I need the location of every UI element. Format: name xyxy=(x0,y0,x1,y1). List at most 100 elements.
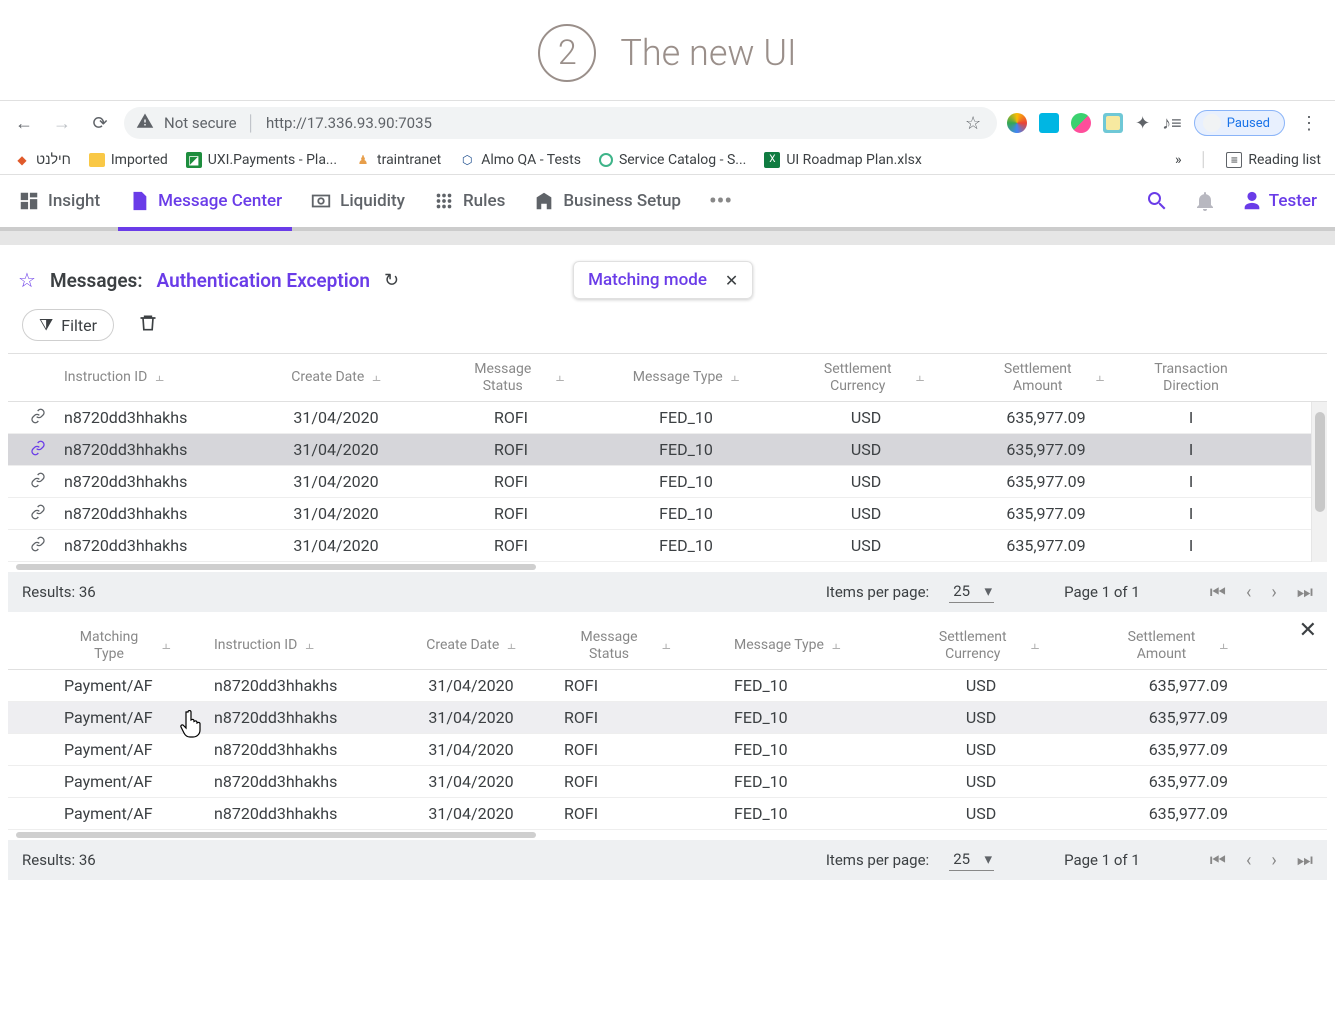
table-row[interactable]: n8720dd3hhakhs31/04/2020ROFIFED_10USD635… xyxy=(8,434,1327,466)
column-header[interactable]: Settlement Currency⫠ xyxy=(808,361,924,395)
pin-icon[interactable]: ⫠ xyxy=(372,369,380,386)
cell-message-status: ROFI xyxy=(426,472,596,491)
cell-create-date: 31/04/2020 xyxy=(246,408,426,427)
column-header[interactable]: Settlement Amount⫠ xyxy=(988,361,1104,395)
table-row[interactable]: n8720dd3hhakhs31/04/2020ROFIFED_10USD635… xyxy=(8,498,1327,530)
extension-icon[interactable] xyxy=(1039,113,1059,133)
close-panel-icon[interactable]: ✕ xyxy=(1299,618,1317,643)
tab-insight[interactable]: Insight xyxy=(18,175,100,227)
table-row[interactable]: Payment/AFn8720dd3hhakhs31/04/2020ROFIFE… xyxy=(8,670,1327,702)
column-header[interactable]: Create Date⫠ xyxy=(426,637,516,654)
pin-icon[interactable]: ⫠ xyxy=(155,369,163,386)
media-control-icon[interactable]: ♪≡ xyxy=(1162,113,1182,134)
bookmark-item[interactable]: Imported xyxy=(89,152,168,168)
extensions-puzzle-icon[interactable]: ✦ xyxy=(1135,113,1150,134)
column-header[interactable]: Instruction ID⫠ xyxy=(214,637,314,654)
horizontal-scrollbar[interactable] xyxy=(8,830,1327,840)
table-row[interactable]: n8720dd3hhakhs31/04/2020ROFIFED_10USD635… xyxy=(8,466,1327,498)
first-page-icon[interactable]: ⏮ xyxy=(1210,582,1226,603)
bookmark-item[interactable]: ◪UXI.Payments - Pla... xyxy=(186,152,337,168)
horizontal-scrollbar[interactable] xyxy=(8,562,1327,572)
table-row[interactable]: Payment/AFn8720dd3hhakhs31/04/2020ROFIFE… xyxy=(8,702,1327,734)
prev-page-icon[interactable]: ‹ xyxy=(1246,850,1251,871)
address-bar[interactable]: Not secure │ http://17.336.93.90:7035 ☆ xyxy=(124,107,997,139)
tab-rules[interactable]: Rules xyxy=(433,175,505,227)
extension-icon[interactable] xyxy=(1103,113,1123,133)
back-button[interactable]: ← xyxy=(10,109,38,137)
user-menu[interactable]: Tester xyxy=(1241,190,1317,212)
bookmark-item[interactable]: Service Catalog - S... xyxy=(599,152,746,168)
table-row[interactable]: n8720dd3hhakhs31/04/2020ROFIFED_10USD635… xyxy=(8,402,1327,434)
delete-icon[interactable] xyxy=(138,313,158,338)
last-page-icon[interactable]: ⏭ xyxy=(1297,582,1313,603)
table-row[interactable]: Payment/AFn8720dd3hhakhs31/04/2020ROFIFE… xyxy=(8,734,1327,766)
column-header[interactable]: Instruction ID⫠ xyxy=(64,369,164,386)
link-icon[interactable] xyxy=(30,536,46,556)
bookmarks-overflow[interactable]: » xyxy=(1175,152,1182,168)
pin-icon[interactable]: ⫠ xyxy=(1220,637,1228,654)
bookmark-item[interactable]: ◆חילנט xyxy=(14,151,71,168)
link-icon[interactable] xyxy=(30,504,46,524)
tab-message-center[interactable]: Message Center xyxy=(128,175,282,227)
first-page-icon[interactable]: ⏮ xyxy=(1210,850,1226,871)
bookmark-item[interactable]: XUI Roadmap Plan.xlsx xyxy=(764,152,922,168)
bookmark-item[interactable]: ⬡Almo QA - Tests xyxy=(459,152,581,168)
vertical-scrollbar[interactable] xyxy=(1311,402,1327,562)
grid-icon xyxy=(433,190,455,212)
tab-liquidity[interactable]: Liquidity xyxy=(310,175,405,227)
pin-icon[interactable]: ⫠ xyxy=(916,369,924,386)
divider-strip xyxy=(0,231,1335,245)
bookmark-star-icon[interactable]: ☆ xyxy=(961,113,985,134)
last-page-icon[interactable]: ⏭ xyxy=(1297,850,1313,871)
pin-icon[interactable]: ⫠ xyxy=(305,637,313,654)
pin-icon[interactable]: ⫠ xyxy=(556,369,564,386)
table-row[interactable]: Payment/AFn8720dd3hhakhs31/04/2020ROFIFE… xyxy=(8,766,1327,798)
pin-icon[interactable]: ⫠ xyxy=(507,637,515,654)
close-mode-icon[interactable]: ✕ xyxy=(725,271,738,290)
extension-icon[interactable] xyxy=(1007,113,1027,133)
filter-button[interactable]: ⧩ Filter xyxy=(22,309,114,341)
page-indicator: Page 1 of 1 xyxy=(1064,583,1140,601)
pin-icon[interactable]: ⫠ xyxy=(662,637,670,654)
link-icon[interactable] xyxy=(30,440,46,460)
column-header[interactable]: Message Type⫠ xyxy=(734,637,840,654)
pin-icon[interactable]: ⫠ xyxy=(162,637,170,654)
table-row[interactable]: Payment/AFn8720dd3hhakhs31/04/2020ROFIFE… xyxy=(8,798,1327,830)
profile-paused-chip[interactable]: Paused xyxy=(1194,110,1285,136)
extension-icon[interactable] xyxy=(1071,113,1091,133)
tab-business-setup[interactable]: Business Setup xyxy=(533,175,681,227)
reading-list-button[interactable]: ≡Reading list xyxy=(1226,152,1321,168)
pin-icon[interactable]: ⫠ xyxy=(1031,637,1039,654)
column-header[interactable]: Message Status⫠ xyxy=(564,629,670,663)
bookmark-item[interactable]: ♟traintranet xyxy=(355,152,441,168)
bell-icon[interactable] xyxy=(1193,189,1217,213)
link-icon[interactable] xyxy=(30,472,46,492)
column-header[interactable]: Message Status⫠ xyxy=(458,361,564,395)
browser-menu-icon[interactable]: ⋮ xyxy=(1297,113,1321,134)
next-page-icon[interactable]: › xyxy=(1271,582,1276,603)
cell-message-type: FED_10 xyxy=(596,536,776,555)
next-page-icon[interactable]: › xyxy=(1271,850,1276,871)
forward-button[interactable]: → xyxy=(48,109,76,137)
pin-icon[interactable]: ⫠ xyxy=(1096,369,1104,386)
column-header[interactable]: Settlement Currency⫠ xyxy=(923,629,1039,663)
column-header[interactable]: Message Type⫠ xyxy=(633,369,739,386)
favorite-star-icon[interactable]: ☆ xyxy=(18,268,36,292)
prev-page-icon[interactable]: ‹ xyxy=(1246,582,1251,603)
link-icon[interactable] xyxy=(30,408,46,428)
refresh-icon[interactable]: ↻ xyxy=(384,270,399,291)
pin-icon[interactable]: ⫠ xyxy=(832,637,840,654)
column-header[interactable]: Settlement Amount⫠ xyxy=(1112,629,1228,663)
cell-message-status: ROFI xyxy=(556,676,726,695)
column-header[interactable]: Transaction Direction xyxy=(1144,361,1238,395)
column-header[interactable]: Matching Type⫠ xyxy=(64,629,170,663)
table-row[interactable]: n8720dd3hhakhs31/04/2020ROFIFED_10USD635… xyxy=(8,530,1327,562)
column-header[interactable]: Create Date⫠ xyxy=(291,369,381,386)
items-per-page-select[interactable]: 25 xyxy=(949,582,994,603)
search-icon[interactable] xyxy=(1145,189,1169,213)
matching-mode-chip: Matching mode ✕ xyxy=(573,261,753,299)
items-per-page-select[interactable]: 25 xyxy=(949,850,994,871)
pin-icon[interactable]: ⫠ xyxy=(731,369,739,386)
tabs-overflow[interactable]: ••• xyxy=(709,175,732,227)
reload-button[interactable]: ⟳ xyxy=(86,109,114,137)
